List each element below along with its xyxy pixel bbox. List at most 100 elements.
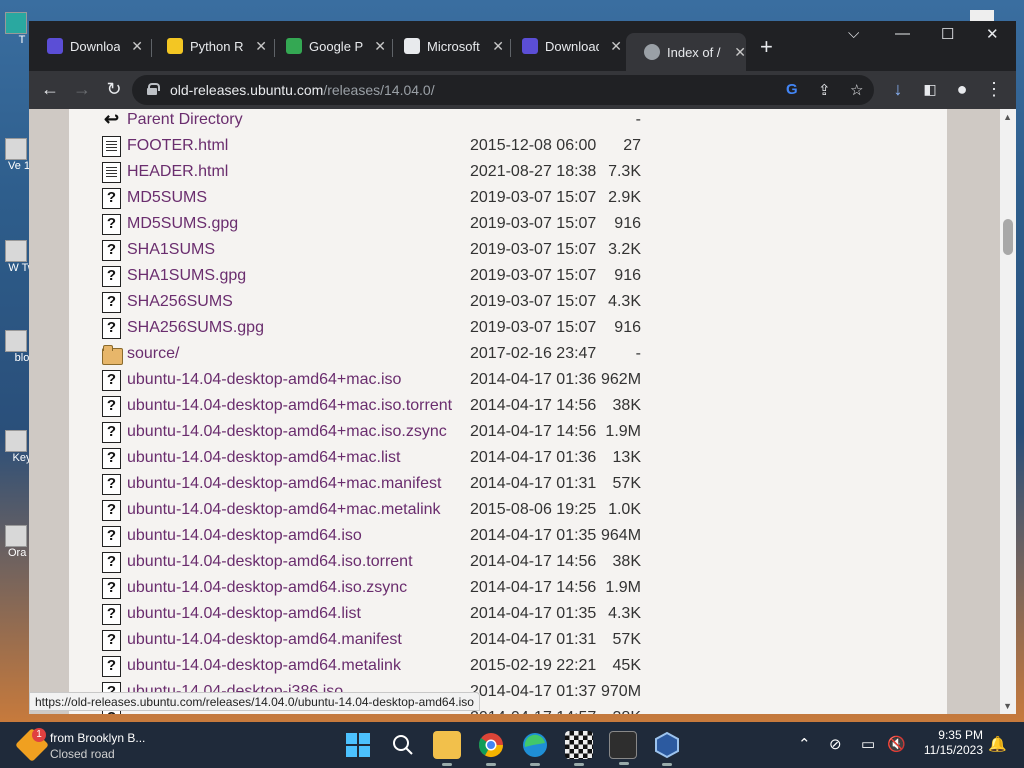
new-tab-button[interactable]: + <box>760 34 773 60</box>
chevron-down-icon[interactable]: ⌵ <box>848 25 859 42</box>
edge-icon[interactable] <box>521 731 549 766</box>
file-link[interactable]: ubuntu-14.04-desktop-amd64+mac.iso <box>127 371 470 389</box>
side-panel-icon[interactable]: ◧ <box>918 81 942 98</box>
tab-python[interactable]: Python Re ✕ <box>149 33 267 59</box>
file-link[interactable]: SHA256SUMS <box>127 293 470 311</box>
tab-download-1[interactable]: Download ✕ <box>29 33 143 59</box>
unknown-file-icon: ? <box>102 603 121 625</box>
google-lens-icon[interactable]: G <box>786 81 798 98</box>
file-date: 2021-08-27 18:38 <box>470 163 597 180</box>
news-notification[interactable]: 1 from Brooklyn B... Closed road <box>15 728 158 762</box>
listing-row: ? ubuntu-14.04-desktop-amd64+mac.iso.zsyn… <box>102 419 641 445</box>
listing-row: ? MD5SUMS 2019-03-07 15:07 2.9K <box>102 185 641 211</box>
tab-strip: Download ✕ Python Re ✕ Google Ph ✕ Micro… <box>29 21 1016 71</box>
file-link[interactable]: FOOTER.html <box>127 137 470 155</box>
close-icon[interactable]: ✕ <box>131 38 143 55</box>
file-date: 2019-03-07 15:07 <box>470 319 597 336</box>
close-icon[interactable]: ✕ <box>492 38 504 55</box>
file-link[interactable]: HEADER.html <box>127 163 470 181</box>
tab-title: Google Ph <box>309 38 364 54</box>
desktop-icon[interactable]: Ve 14.0 <box>4 138 36 172</box>
close-icon[interactable]: ✕ <box>374 38 386 55</box>
reload-icon[interactable]: ↻ <box>102 79 126 100</box>
close-icon[interactable]: ✕ <box>610 38 622 55</box>
desktop-icon[interactable]: Ora Vir <box>4 525 36 559</box>
back-arrow-icon[interactable]: ← <box>38 79 62 100</box>
file-link[interactable]: ubuntu-14.04-desktop-amd64.list <box>127 605 470 623</box>
file-link[interactable]: ubuntu-14.04-desktop-amd64+mac.metalink <box>127 501 470 519</box>
file-explorer-icon[interactable] <box>433 731 461 766</box>
file-link[interactable]: ubuntu-14.04-desktop-amd64+mac.iso.zsync <box>127 423 470 441</box>
clock[interactable]: 9:35 PM 11/15/2023 <box>913 728 983 758</box>
file-link[interactable]: SHA1SUMS.gpg <box>127 267 470 285</box>
download-icon[interactable]: ↓ <box>886 79 910 100</box>
lock-icon[interactable] <box>147 83 160 95</box>
minimize-icon[interactable]: — <box>895 25 910 42</box>
file-date: 2015-02-19 22:21 <box>470 657 597 674</box>
desktop-icon[interactable]: Key <box>4 430 31 464</box>
vertical-scrollbar[interactable]: ▲ ▼ <box>1000 109 1016 714</box>
file-link[interactable]: Parent Directory <box>127 111 470 129</box>
scrollbar-thumb[interactable] <box>1003 219 1013 255</box>
file-date: 2014-04-17 01:35 <box>470 527 597 544</box>
file-link[interactable]: SHA256SUMS.gpg <box>127 319 470 337</box>
share-icon[interactable]: ⇪ <box>818 81 831 99</box>
forward-arrow-icon[interactable]: → <box>70 79 94 100</box>
file-link[interactable]: ubuntu-14.04-desktop-amd64.iso.zsync <box>127 579 470 597</box>
checkered-app-icon[interactable] <box>565 731 593 766</box>
tab-favicon-icon <box>167 38 183 54</box>
start-button[interactable] <box>344 731 372 759</box>
file-link[interactable]: SHA1SUMS <box>127 241 470 259</box>
url-host: old-releases.ubuntu.com <box>170 82 324 98</box>
scroll-down-icon[interactable]: ▼ <box>1003 701 1012 711</box>
tab-title: Download <box>70 38 121 54</box>
star-icon[interactable]: ☆ <box>850 81 863 99</box>
file-link[interactable]: source/ <box>127 345 470 363</box>
chevron-up-icon[interactable]: ⌃ <box>798 735 811 753</box>
file-link[interactable]: ubuntu-14.04-desktop-amd64+mac.iso.torre… <box>127 397 470 415</box>
file-link[interactable]: ubuntu-14.04-desktop-amd64.iso.torrent <box>127 553 470 571</box>
maximize-icon[interactable]: ☐ <box>941 25 954 43</box>
close-icon[interactable]: ✕ <box>255 38 267 55</box>
chrome-icon[interactable] <box>477 731 505 766</box>
volume-muted-icon[interactable]: 🔇 <box>887 735 906 753</box>
desktop-icon[interactable]: T <box>4 12 28 46</box>
file-link[interactable]: ubuntu-14.04-desktop-amd64.manifest <box>127 631 470 649</box>
scroll-up-icon[interactable]: ▲ <box>1003 112 1012 122</box>
file-link[interactable]: ubuntu-14.04-desktop-amd64+mac.list <box>127 449 470 467</box>
desktop-icon[interactable]: blo <box>4 330 29 364</box>
profile-icon[interactable]: ● <box>950 79 974 100</box>
unknown-file-icon: ? <box>102 369 121 391</box>
listing-row: HEADER.html 2021-08-27 18:38 7.3K <box>102 159 641 185</box>
tab-google-photos[interactable]: Google Ph ✕ <box>268 33 386 59</box>
unknown-file-icon: ? <box>102 187 121 209</box>
file-link[interactable]: ubuntu-14.04-desktop-amd64.iso <box>127 527 470 545</box>
file-size: 57K <box>612 631 641 648</box>
tab-index-of[interactable]: Index of / ✕ <box>626 33 746 71</box>
file-link[interactable]: ubuntu-14.04-desktop-amd64+mac.manifest <box>127 475 470 493</box>
terminal-icon[interactable] <box>609 731 637 765</box>
search-button[interactable] <box>389 731 417 759</box>
tab-microsoft[interactable]: Microsoft ✕ <box>386 33 504 59</box>
close-window-icon[interactable]: ✕ <box>986 25 999 43</box>
listing-row: ? ubuntu-14.04-desktop-amd64+mac.metalink… <box>102 497 641 523</box>
globe-icon <box>644 44 660 60</box>
tab-favicon-icon <box>404 38 420 54</box>
virtualbox-icon[interactable] <box>653 731 681 766</box>
file-link[interactable]: ubuntu-14.04-desktop-amd64.metalink <box>127 657 470 675</box>
file-link[interactable]: MD5SUMS <box>127 189 470 207</box>
display-icon[interactable]: ▭ <box>861 735 875 753</box>
menu-icon[interactable]: ⋮ <box>982 79 1006 100</box>
unknown-file-icon: ? <box>102 421 121 443</box>
close-icon[interactable]: ✕ <box>734 44 746 61</box>
desktop-icon[interactable]: W Tw <box>4 240 36 274</box>
virtualbox-logo <box>655 731 679 759</box>
tab-download-2[interactable]: Download ✕ <box>504 33 622 59</box>
address-bar[interactable]: old-releases.ubuntu.com/releases/14.04.0… <box>132 75 874 105</box>
url-text: old-releases.ubuntu.com/releases/14.04.0… <box>170 82 435 98</box>
file-link[interactable]: MD5SUMS.gpg <box>127 215 470 233</box>
unknown-file-icon: ? <box>102 525 121 547</box>
network-off-icon[interactable]: ⊘ <box>829 735 842 753</box>
notification-bell-icon[interactable]: 🔔 <box>988 735 1007 753</box>
unknown-file-icon: ? <box>102 473 121 495</box>
